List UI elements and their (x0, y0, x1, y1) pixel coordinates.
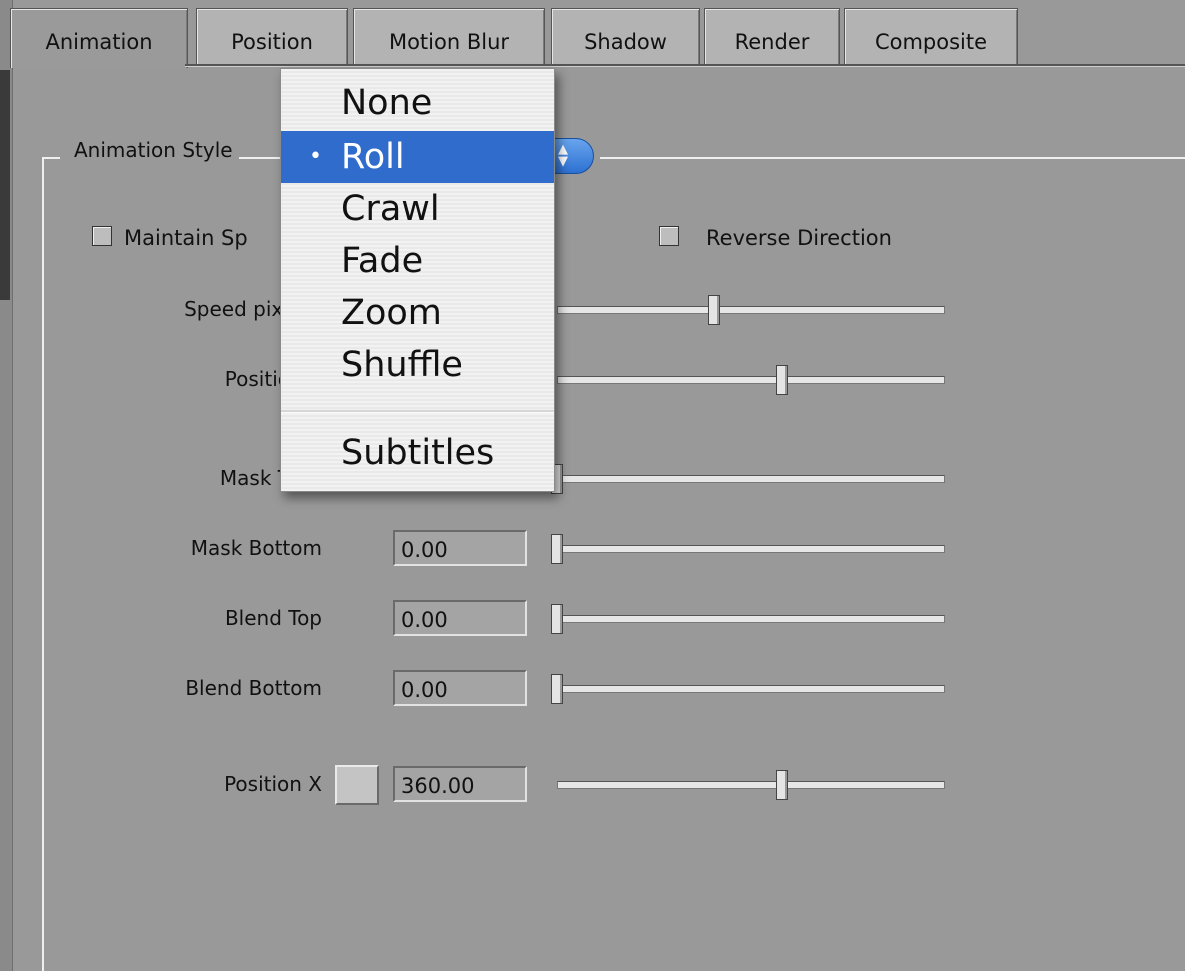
speed-label: Speed pix/ (184, 297, 290, 321)
mask-bottom-field[interactable]: 0.00 (393, 530, 527, 566)
animation-style-label: Animation Style (60, 138, 239, 162)
tab-motion-blur[interactable]: Motion Blur (353, 8, 545, 66)
menu-item-shuffle[interactable]: Shuffle (281, 339, 554, 391)
blend-bottom-field[interactable]: 0.00 (393, 670, 527, 706)
menu-item-zoom[interactable]: Zoom (281, 287, 554, 339)
menu-item-roll[interactable]: • Roll (281, 131, 554, 183)
position-x-label: Position X (224, 772, 322, 796)
tab-position[interactable]: Position (196, 8, 348, 66)
position-slider[interactable] (557, 376, 945, 384)
blend-top-slider-thumb[interactable] (551, 604, 563, 634)
reverse-direction-label: Reverse Direction (706, 226, 892, 250)
blend-top-slider[interactable] (557, 615, 945, 623)
blend-top-field[interactable]: 0.00 (393, 600, 527, 636)
window-left-edge (0, 0, 13, 971)
mask-top-label: Mask T (219, 466, 290, 490)
menu-item-crawl[interactable]: Crawl (281, 183, 554, 235)
mask-bottom-label: Mask Bottom (190, 536, 322, 560)
menu-item-label: Subtitles (341, 433, 495, 473)
menu-item-label: Crawl (341, 189, 440, 229)
tab-render[interactable]: Render (704, 8, 840, 66)
blend-bottom-slider-thumb[interactable] (551, 674, 563, 704)
position-label: Positio (224, 367, 290, 391)
frame-gap (594, 157, 600, 159)
maintain-speed-checkbox[interactable] (92, 226, 112, 246)
mask-top-slider[interactable] (557, 475, 945, 483)
tab-baseline-highlight (185, 66, 1185, 67)
menu-item-label: Fade (341, 241, 424, 281)
tab-composite[interactable]: Composite (844, 8, 1018, 66)
reverse-direction-checkbox[interactable] (659, 226, 679, 246)
menu-item-label: Shuffle (341, 345, 463, 385)
animation-style-menu: None • Roll Crawl Fade Zoom Shuffle Subt… (280, 68, 555, 492)
tab-animation[interactable]: Animation (10, 8, 188, 68)
speed-slider[interactable] (557, 306, 945, 314)
menu-item-label: None (341, 83, 433, 123)
selected-bullet-icon: • (309, 144, 322, 169)
mask-bottom-slider[interactable] (557, 545, 945, 553)
animation-settings-window: Animation Position Motion Blur Shadow Re… (0, 0, 1185, 971)
mask-bottom-slider-thumb[interactable] (551, 534, 563, 564)
position-x-slider-thumb[interactable] (776, 770, 788, 800)
position-x-slider[interactable] (557, 781, 945, 789)
edge-shadow (0, 70, 10, 300)
blend-bottom-label: Blend Bottom (185, 676, 322, 700)
tab-bar: Animation Position Motion Blur Shadow Re… (10, 8, 1185, 68)
blend-bottom-slider[interactable] (557, 685, 945, 693)
speed-slider-thumb[interactable] (708, 295, 720, 325)
position-x-field[interactable]: 360.00 (393, 766, 527, 802)
menu-item-none[interactable]: None (281, 77, 554, 129)
tab-shadow[interactable]: Shadow (551, 8, 700, 66)
animation-style-group (42, 157, 1185, 971)
menu-item-subtitles[interactable]: Subtitles (281, 427, 554, 479)
menu-item-label: Roll (341, 137, 405, 177)
menu-separator (281, 410, 554, 413)
position-x-keyframe-button[interactable] (335, 765, 379, 805)
menu-item-fade[interactable]: Fade (281, 235, 554, 287)
maintain-speed-label: Maintain Sp (124, 226, 248, 250)
popup-arrows-icon: ▲ ▼ (558, 142, 568, 169)
menu-item-label: Zoom (341, 293, 442, 333)
position-slider-thumb[interactable] (776, 365, 788, 395)
blend-top-label: Blend Top (224, 606, 322, 630)
